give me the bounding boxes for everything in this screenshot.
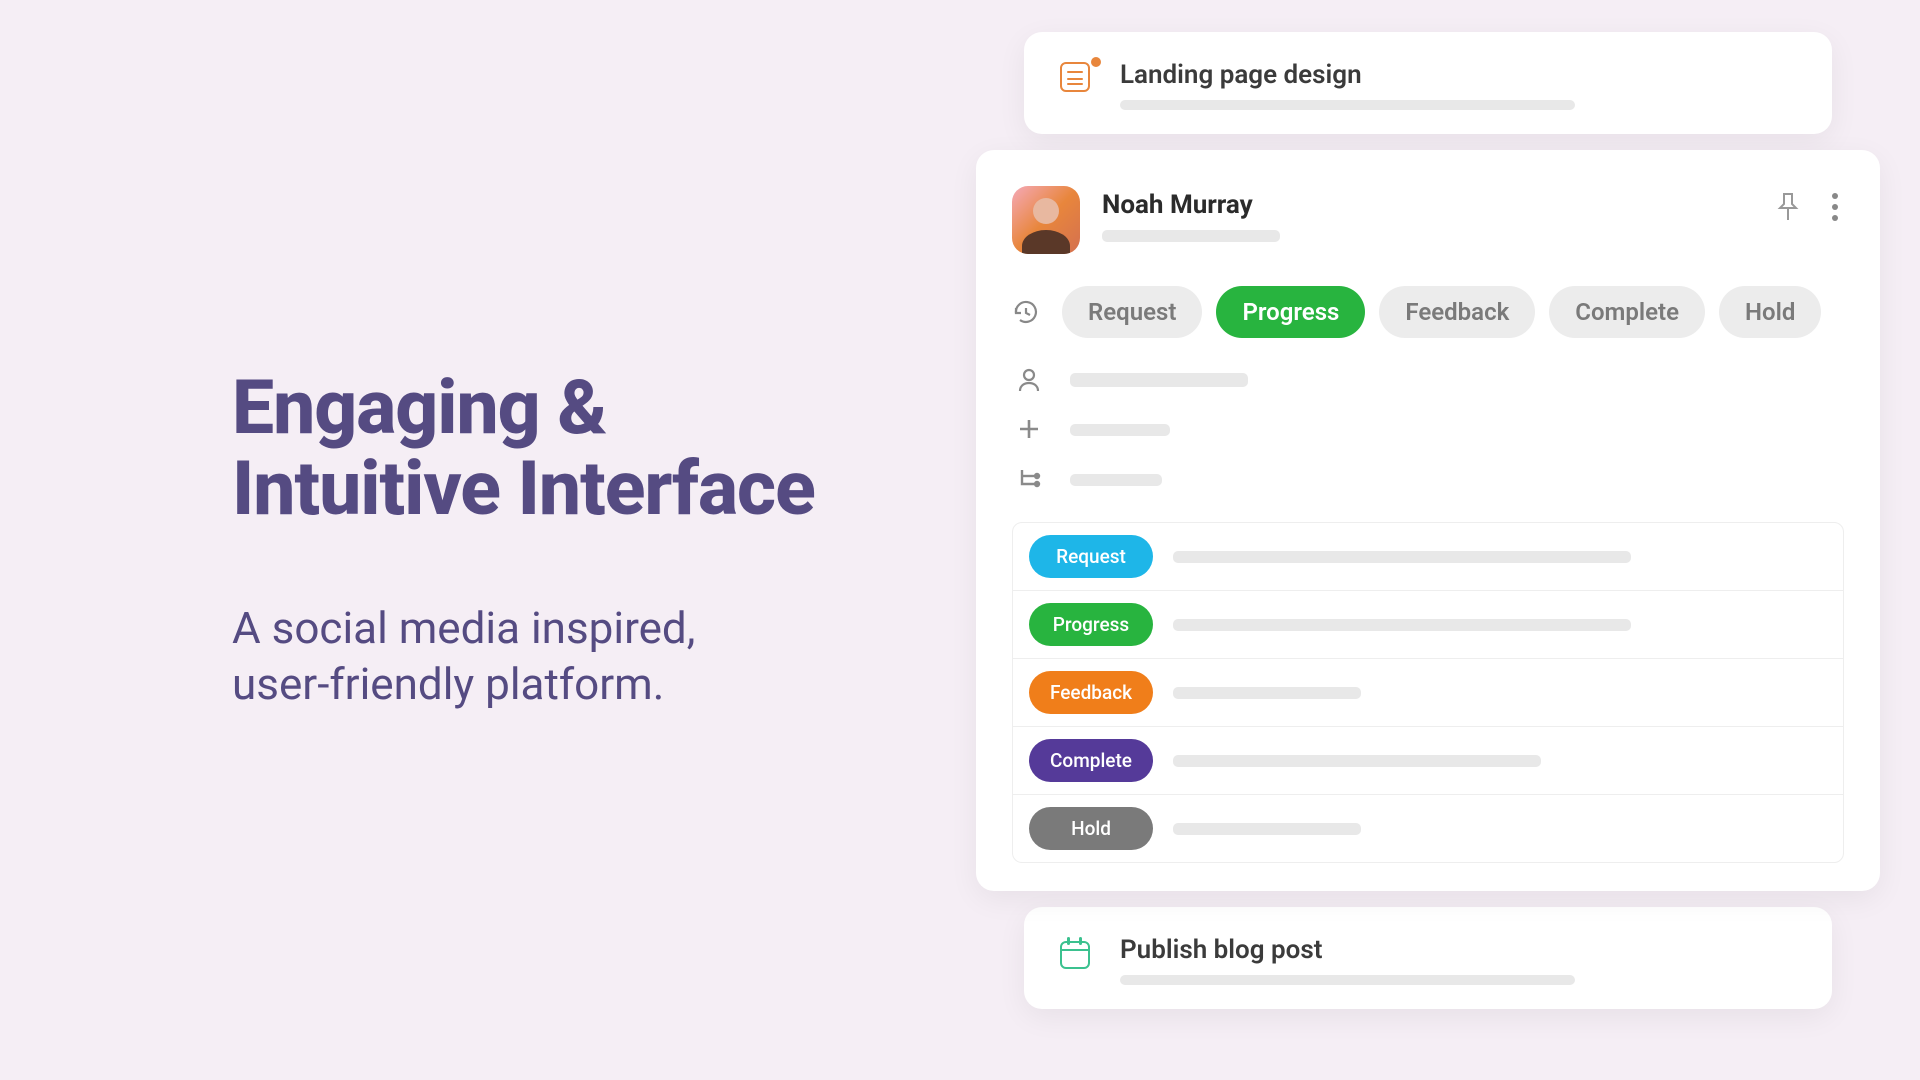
more-icon[interactable] bbox=[1832, 193, 1838, 221]
person-icon bbox=[1016, 366, 1044, 394]
heading-line-1: Engaging & bbox=[232, 364, 606, 452]
status-chip-complete[interactable]: Complete bbox=[1549, 286, 1705, 338]
placeholder-line bbox=[1173, 619, 1631, 631]
placeholder-line bbox=[1173, 755, 1541, 767]
placeholder-line bbox=[1173, 687, 1361, 699]
status-filter-row: Request Progress Feedback Complete Hold bbox=[1012, 286, 1844, 338]
status-badge: Request bbox=[1029, 535, 1153, 578]
plus-icon bbox=[1016, 416, 1044, 444]
heading-line-2: Intuitive Interface bbox=[232, 445, 815, 533]
status-chip-request[interactable]: Request bbox=[1062, 286, 1202, 338]
placeholder-line bbox=[1102, 230, 1280, 242]
task-row[interactable]: Request bbox=[1013, 523, 1843, 591]
placeholder-line bbox=[1070, 373, 1248, 387]
page-heading: Engaging & Intuitive Interface bbox=[232, 368, 880, 530]
task-detail-card: Noah Murray bbox=[976, 150, 1880, 891]
task-row[interactable]: Complete bbox=[1013, 727, 1843, 795]
placeholder-line bbox=[1070, 474, 1162, 486]
status-chip-feedback[interactable]: Feedback bbox=[1379, 286, 1535, 338]
placeholder-line bbox=[1173, 823, 1361, 835]
pin-icon[interactable] bbox=[1776, 192, 1800, 222]
hero-copy: Engaging & Intuitive Interface A social … bbox=[0, 32, 960, 1048]
task-row[interactable]: Progress bbox=[1013, 591, 1843, 659]
avatar[interactable] bbox=[1012, 186, 1080, 254]
placeholder-line bbox=[1070, 424, 1170, 436]
subheading-line-2: user-friendly platform. bbox=[232, 658, 664, 710]
notification-dot-icon bbox=[1091, 57, 1101, 67]
placeholder-line bbox=[1120, 100, 1575, 110]
task-card-landing[interactable]: Landing page design bbox=[1024, 32, 1832, 134]
task-row[interactable]: Hold bbox=[1013, 795, 1843, 862]
status-badge: Hold bbox=[1029, 807, 1153, 850]
calendar-icon bbox=[1060, 937, 1096, 973]
status-chip-progress[interactable]: Progress bbox=[1216, 286, 1365, 338]
task-card-title: Landing page design bbox=[1120, 60, 1575, 90]
meta-row-assignee[interactable] bbox=[1016, 366, 1844, 394]
task-card-title: Publish blog post bbox=[1120, 935, 1575, 965]
meta-row-add[interactable] bbox=[1016, 416, 1844, 444]
page-subheading: A social media inspired, user-friendly p… bbox=[232, 600, 880, 713]
document-icon bbox=[1060, 62, 1096, 98]
task-row[interactable]: Feedback bbox=[1013, 659, 1843, 727]
user-name: Noah Murray bbox=[1102, 190, 1280, 220]
subheading-line-1: A social media inspired, bbox=[232, 602, 695, 654]
status-chip-hold[interactable]: Hold bbox=[1719, 286, 1821, 338]
status-badge: Progress bbox=[1029, 603, 1153, 646]
task-card-blog[interactable]: Publish blog post bbox=[1024, 907, 1832, 1009]
placeholder-line bbox=[1120, 975, 1575, 985]
status-badge: Feedback bbox=[1029, 671, 1153, 714]
subtask-icon bbox=[1016, 466, 1044, 494]
placeholder-line bbox=[1173, 551, 1631, 563]
history-icon[interactable] bbox=[1012, 299, 1038, 325]
meta-row-subtask[interactable] bbox=[1016, 466, 1844, 494]
status-badge: Complete bbox=[1029, 739, 1153, 782]
task-status-list: Request Progress Feedback Complete Hold bbox=[1012, 522, 1844, 863]
